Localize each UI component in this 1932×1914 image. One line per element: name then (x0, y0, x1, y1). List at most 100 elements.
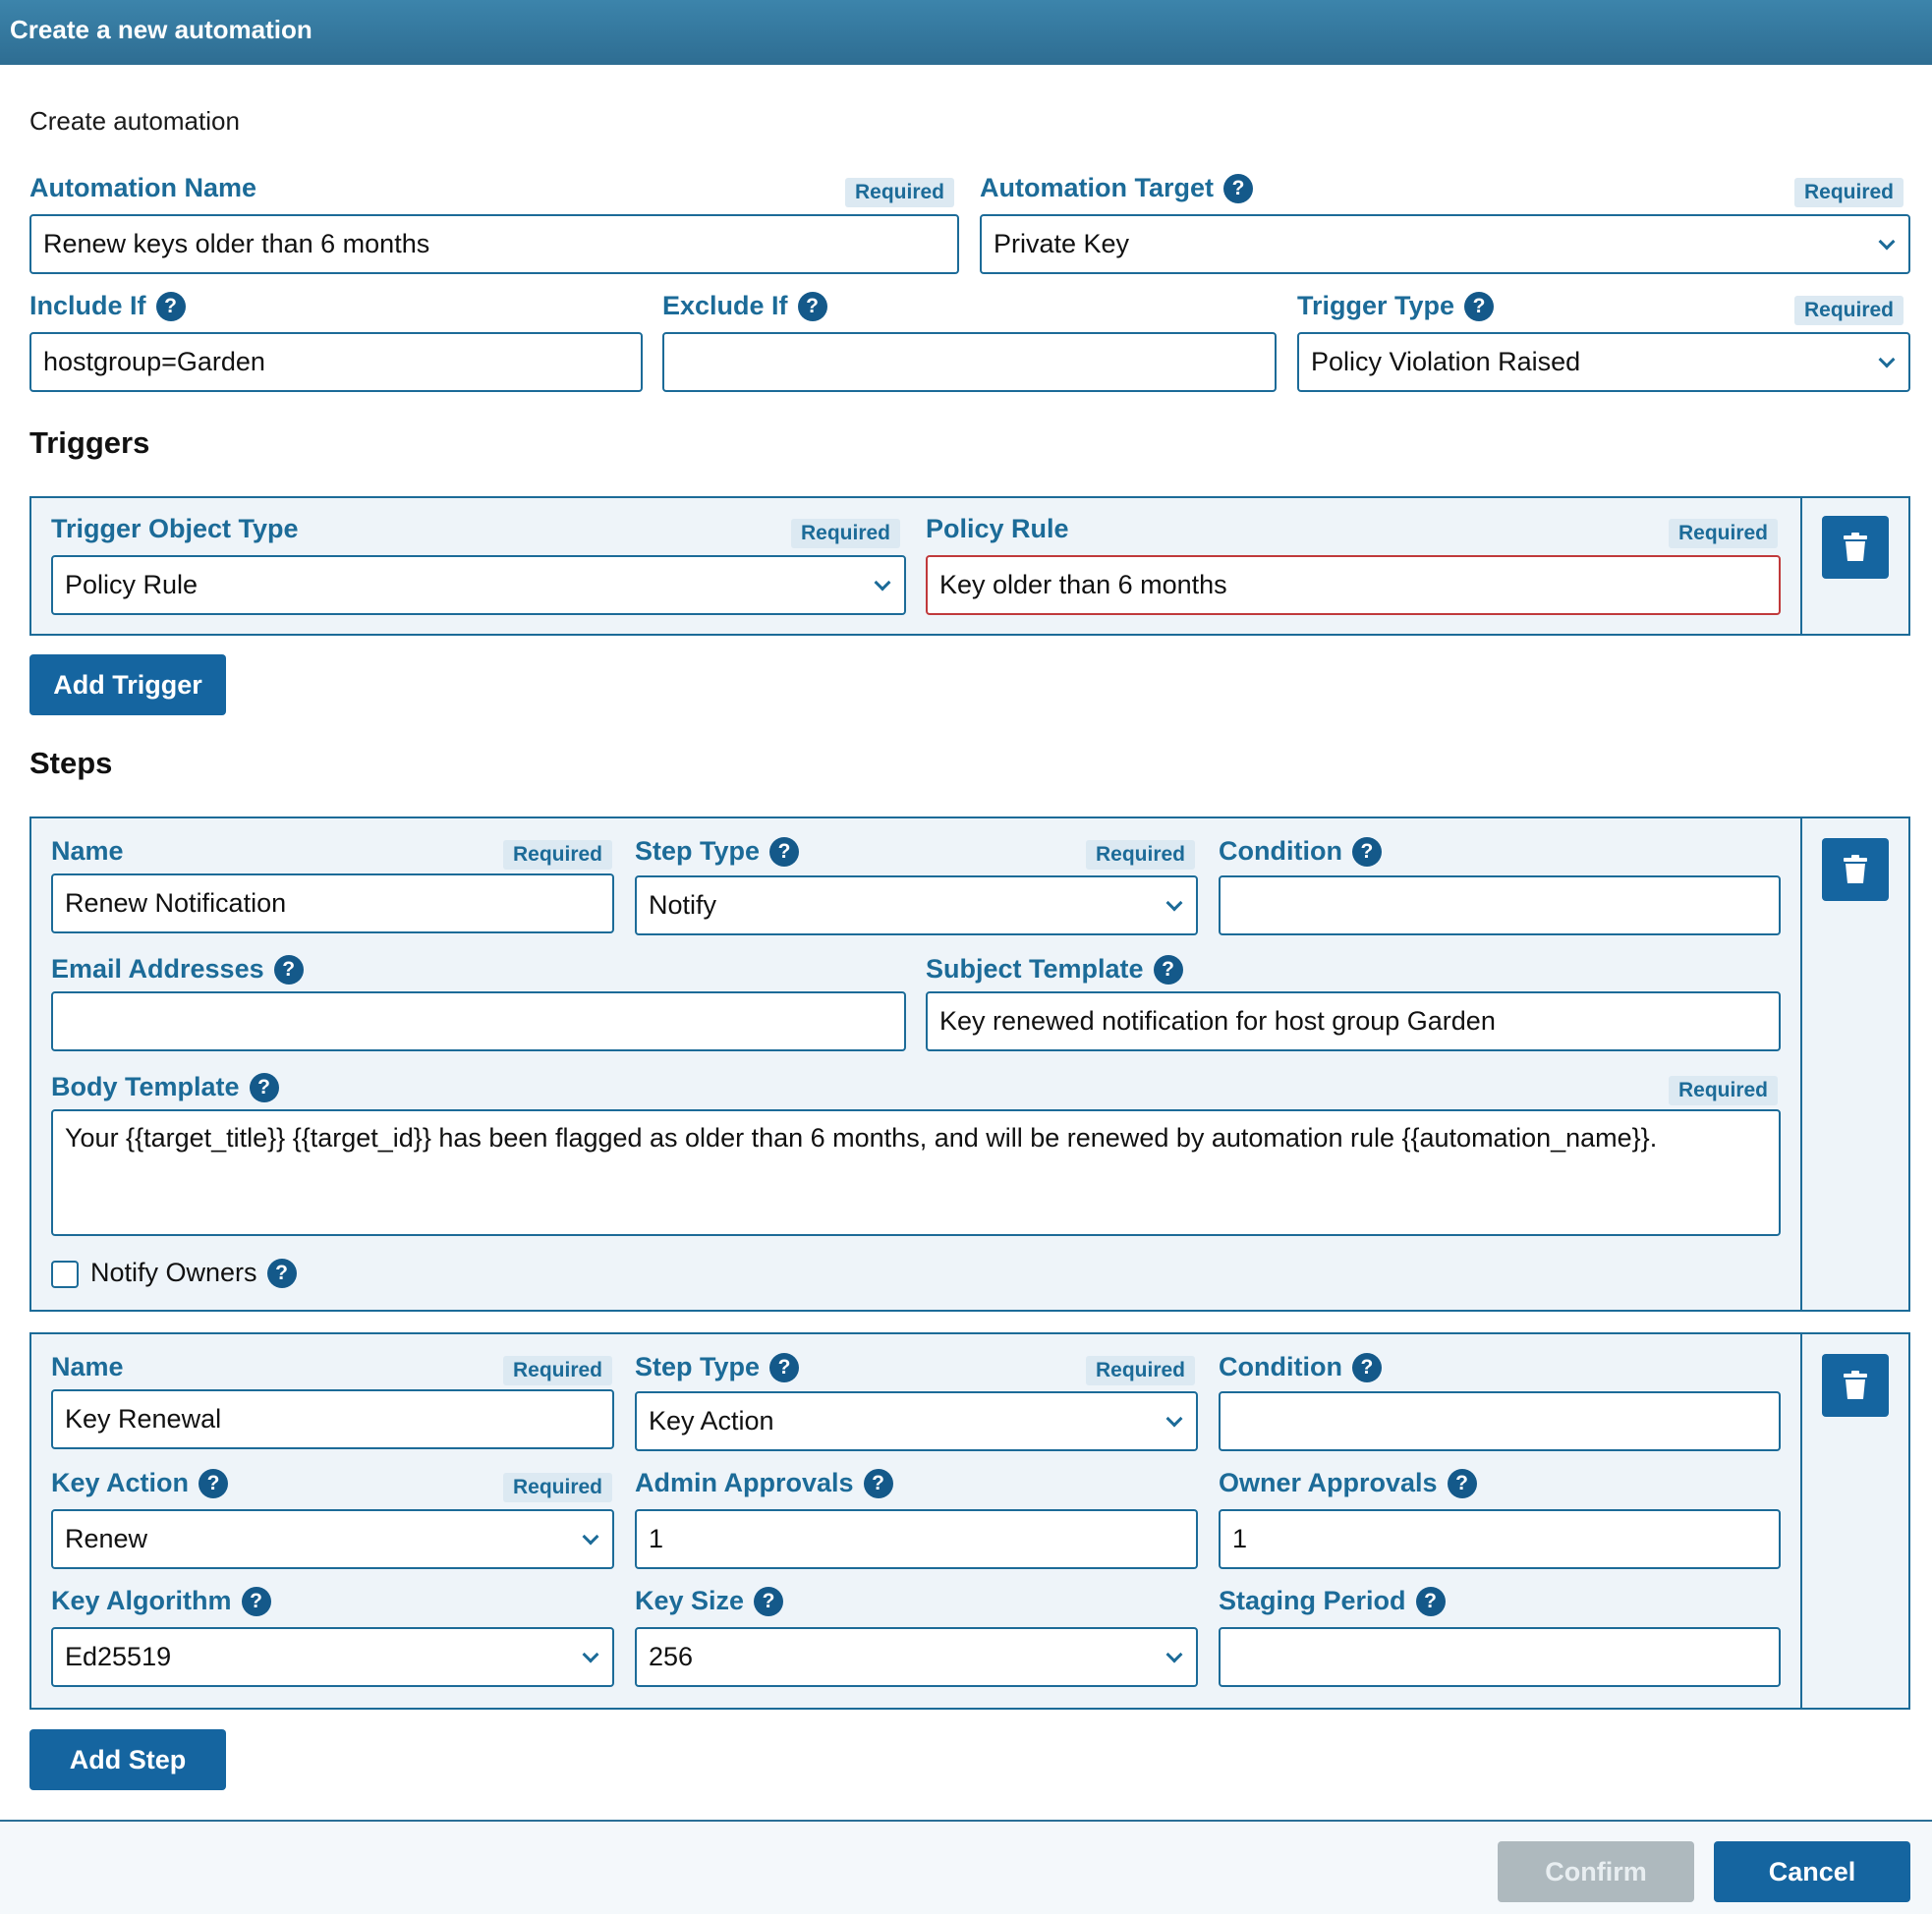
automation-name-label: Automation Name (29, 173, 257, 202)
subject-template-input[interactable]: Key renewed notification for host group … (926, 991, 1781, 1051)
owner-approvals-input[interactable]: 1 (1219, 1509, 1781, 1569)
page-subtitle: Create automation (29, 106, 240, 136)
help-icon[interactable]: ? (273, 954, 304, 985)
automation-target-label: Automation Target? (980, 173, 1253, 203)
help-icon[interactable]: ? (1153, 954, 1183, 985)
help-icon[interactable]: ? (199, 1468, 229, 1498)
help-icon[interactable]: ? (1464, 291, 1495, 321)
required-badge: Required (503, 1473, 613, 1502)
help-icon[interactable]: ? (155, 291, 186, 321)
add-step-button[interactable]: Add Step (29, 1729, 226, 1790)
automation-target-select[interactable]: Private Key (980, 214, 1910, 274)
help-icon[interactable]: ? (797, 291, 827, 321)
trigger-card: Trigger Object Type Required Policy Rule… (29, 496, 1910, 636)
required-badge: Required (1669, 1076, 1779, 1105)
required-badge: Required (1086, 1356, 1196, 1385)
required-badge: Required (503, 840, 613, 870)
key-size-select[interactable]: 256 (635, 1627, 1198, 1687)
step-card-key-action: Name Required Key Renewal Step Type? Req… (29, 1332, 1910, 1710)
key-action-label: Key Action? (51, 1468, 229, 1498)
include-if-input[interactable]: hostgroup=Garden (29, 332, 643, 392)
help-icon[interactable]: ? (1223, 173, 1253, 203)
steps-heading: Steps (29, 746, 113, 780)
notify-owners-label: Notify Owners? (90, 1258, 297, 1288)
exclude-if-input[interactable] (662, 332, 1277, 392)
required-badge: Required (1669, 519, 1779, 548)
body-template-textarea[interactable]: Your {{target_title}} {{target_id}} has … (51, 1109, 1781, 1236)
trash-icon (1844, 533, 1867, 561)
required-badge: Required (1794, 178, 1904, 207)
chevron-down-icon (1165, 1646, 1183, 1662)
email-addresses-input[interactable] (51, 991, 906, 1051)
help-icon[interactable]: ? (249, 1072, 279, 1102)
dialog-body: Create automation Automation Name Requir… (0, 65, 1932, 1820)
required-badge: Required (1794, 296, 1904, 325)
condition-label: Condition? (1219, 1352, 1382, 1382)
confirm-button[interactable]: Confirm (1498, 1841, 1694, 1902)
delete-step-button[interactable] (1822, 838, 1889, 901)
help-icon[interactable]: ? (241, 1586, 271, 1616)
required-badge: Required (503, 1356, 613, 1385)
owner-approvals-label: Owner Approvals? (1219, 1468, 1477, 1498)
dialog-footer: Confirm Cancel (0, 1822, 1932, 1914)
subject-template-label: Subject Template? (926, 954, 1183, 985)
key-algorithm-select[interactable]: Ed25519 (51, 1627, 614, 1687)
add-trigger-button[interactable]: Add Trigger (29, 654, 226, 715)
card-divider (1800, 818, 1802, 1310)
step-type-label: Step Type? (635, 836, 800, 867)
help-icon[interactable]: ? (754, 1586, 784, 1616)
chevron-down-icon (582, 1646, 599, 1662)
help-icon[interactable]: ? (1351, 1352, 1382, 1382)
delete-step-button[interactable] (1822, 1354, 1889, 1417)
window-title: Create a new automation (0, 0, 1932, 65)
required-badge: Required (845, 178, 955, 207)
condition-input[interactable] (1219, 1391, 1781, 1451)
policy-rule-input[interactable]: Key older than 6 months (926, 555, 1781, 615)
email-addresses-label: Email Addresses? (51, 954, 304, 985)
policy-rule-label: Policy Rule (926, 514, 1069, 543)
condition-input[interactable] (1219, 875, 1781, 935)
include-if-label: Include If? (29, 291, 186, 321)
trigger-object-type-select[interactable]: Policy Rule (51, 555, 906, 615)
help-icon[interactable]: ? (1447, 1468, 1477, 1498)
card-divider (1800, 498, 1802, 634)
triggers-heading: Triggers (29, 425, 150, 460)
step-name-label: Name (51, 1352, 124, 1381)
body-template-label: Body Template? (51, 1072, 279, 1102)
chevron-down-icon (874, 574, 891, 591)
staging-period-label: Staging Period? (1219, 1586, 1446, 1616)
key-size-label: Key Size? (635, 1586, 784, 1616)
step-name-input[interactable]: Renew Notification (51, 873, 614, 933)
trigger-type-label: Trigger Type? (1297, 291, 1495, 321)
staging-period-input[interactable] (1219, 1627, 1781, 1687)
chevron-down-icon (1878, 351, 1896, 367)
help-icon[interactable]: ? (769, 1352, 800, 1382)
help-icon[interactable]: ? (769, 836, 800, 867)
cancel-button[interactable]: Cancel (1714, 1841, 1910, 1902)
step-type-select[interactable]: Key Action (635, 1391, 1198, 1451)
help-icon[interactable]: ? (863, 1468, 893, 1498)
help-icon[interactable]: ? (1415, 1586, 1446, 1616)
automation-name-input[interactable]: Renew keys older than 6 months (29, 214, 959, 274)
delete-trigger-button[interactable] (1822, 516, 1889, 579)
condition-label: Condition? (1219, 836, 1382, 867)
card-divider (1800, 1334, 1802, 1708)
help-icon[interactable]: ? (1351, 836, 1382, 867)
step-card-notify: Name Required Renew Notification Step Ty… (29, 816, 1910, 1312)
key-algorithm-label: Key Algorithm? (51, 1586, 271, 1616)
trigger-type-select[interactable]: Policy Violation Raised (1297, 332, 1910, 392)
key-action-select[interactable]: Renew (51, 1509, 614, 1569)
step-name-input[interactable]: Key Renewal (51, 1389, 614, 1449)
chevron-down-icon (1165, 894, 1183, 911)
help-icon[interactable]: ? (266, 1258, 297, 1288)
trash-icon (1844, 1371, 1867, 1399)
chevron-down-icon (1878, 233, 1896, 250)
step-type-select[interactable]: Notify (635, 875, 1198, 935)
admin-approvals-label: Admin Approvals? (635, 1468, 893, 1498)
step-name-label: Name (51, 836, 124, 866)
admin-approvals-input[interactable]: 1 (635, 1509, 1198, 1569)
notify-owners-checkbox[interactable] (51, 1261, 79, 1288)
trash-icon (1844, 855, 1867, 883)
required-badge: Required (791, 519, 901, 548)
exclude-if-label: Exclude If? (662, 291, 827, 321)
